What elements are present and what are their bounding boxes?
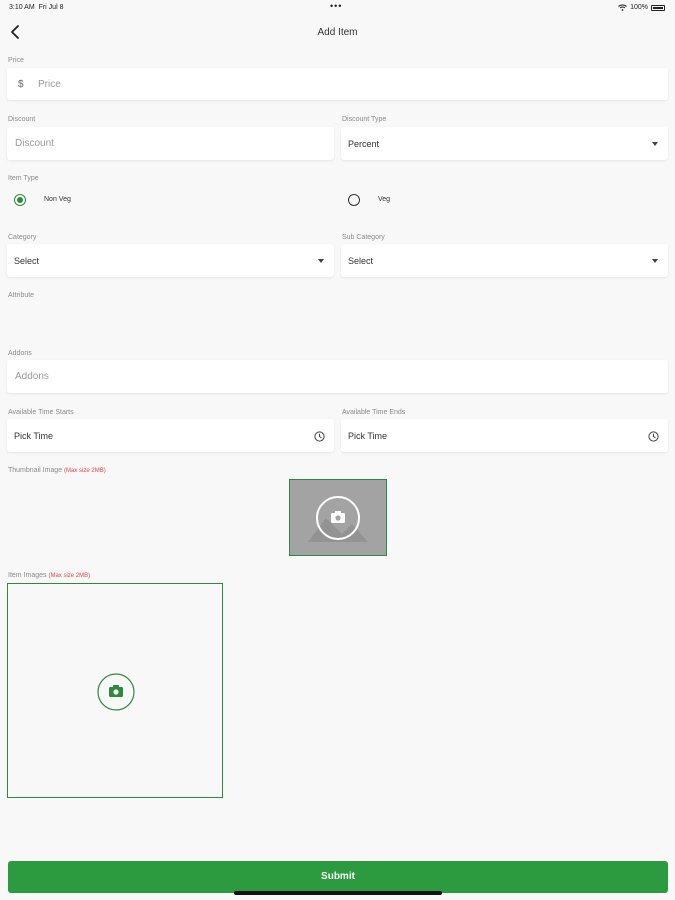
category-label: Category	[8, 234, 37, 241]
wifi-icon	[618, 4, 627, 11]
dollar-icon: $	[18, 79, 24, 90]
home-indicator	[234, 891, 442, 895]
clock-icon	[648, 431, 659, 442]
top-bar: Add Item	[0, 18, 675, 46]
discount-placeholder: Discount	[15, 138, 54, 149]
discount-input[interactable]: Discount	[7, 127, 334, 160]
sub-category-value: Select	[348, 256, 374, 266]
item-images-label: Item Images (Max size 2MB)	[8, 572, 91, 579]
price-placeholder: Price	[38, 79, 61, 90]
discount-type-select[interactable]: Percent	[341, 127, 668, 160]
battery-icon	[651, 4, 665, 11]
discount-type-label: Discount Type	[342, 116, 387, 123]
category-select[interactable]: Select	[7, 244, 334, 277]
non-veg-label: Non Veg	[44, 196, 71, 203]
category-value: Select	[14, 256, 40, 266]
discount-label: Discount	[8, 116, 36, 123]
price-label: Price	[8, 57, 24, 64]
status-time: 3:10 AM	[9, 4, 35, 11]
status-bar: 3:10 AM Fri Jul 8 ••• 100%	[0, 0, 675, 16]
time-starts-value: Pick Time	[14, 431, 54, 441]
price-input[interactable]: $ Price	[7, 68, 668, 100]
camera-icon	[97, 673, 135, 711]
thumbnail-label: Thumbnail Image (Max size 2MB)	[8, 467, 106, 474]
time-ends-picker[interactable]: Pick Time	[341, 419, 668, 452]
attribute-label: Attribute	[8, 292, 35, 299]
image-placeholder-icon	[308, 496, 368, 542]
radio-veg[interactable]	[348, 194, 360, 206]
status-date: Fri Jul 8	[38, 4, 64, 11]
time-ends-value: Pick Time	[348, 431, 388, 441]
addons-label: Addons	[8, 350, 32, 357]
item-images-size-note: (Max size 2MB)	[48, 573, 91, 579]
caret-down-icon	[652, 259, 658, 263]
submit-button[interactable]: Submit	[8, 861, 668, 893]
addons-placeholder: Addons	[15, 371, 49, 382]
caret-down-icon	[318, 259, 324, 263]
page-title: Add Item	[317, 27, 358, 38]
thumbnail-upload[interactable]	[289, 479, 387, 556]
caret-down-icon	[652, 142, 658, 146]
item-type-label: Item Type	[8, 175, 39, 182]
time-starts-picker[interactable]: Pick Time	[7, 419, 334, 452]
battery-percent: 100%	[630, 4, 648, 11]
discount-type-value: Percent	[348, 139, 380, 149]
time-starts-label: Available Time Starts	[8, 409, 74, 416]
sub-category-label: Sub Category	[342, 234, 385, 241]
thumbnail-size-note: (Max size 2MB)	[64, 468, 106, 474]
clock-icon	[314, 431, 325, 442]
veg-label: Veg	[378, 196, 391, 203]
time-ends-label: Available Time Ends	[342, 409, 406, 416]
addons-input[interactable]: Addons	[7, 360, 668, 393]
radio-non-veg[interactable]	[14, 194, 26, 206]
sub-category-select[interactable]: Select	[341, 244, 668, 277]
item-images-upload[interactable]	[7, 583, 223, 798]
multitask-dots-icon[interactable]: •••	[330, 1, 342, 11]
